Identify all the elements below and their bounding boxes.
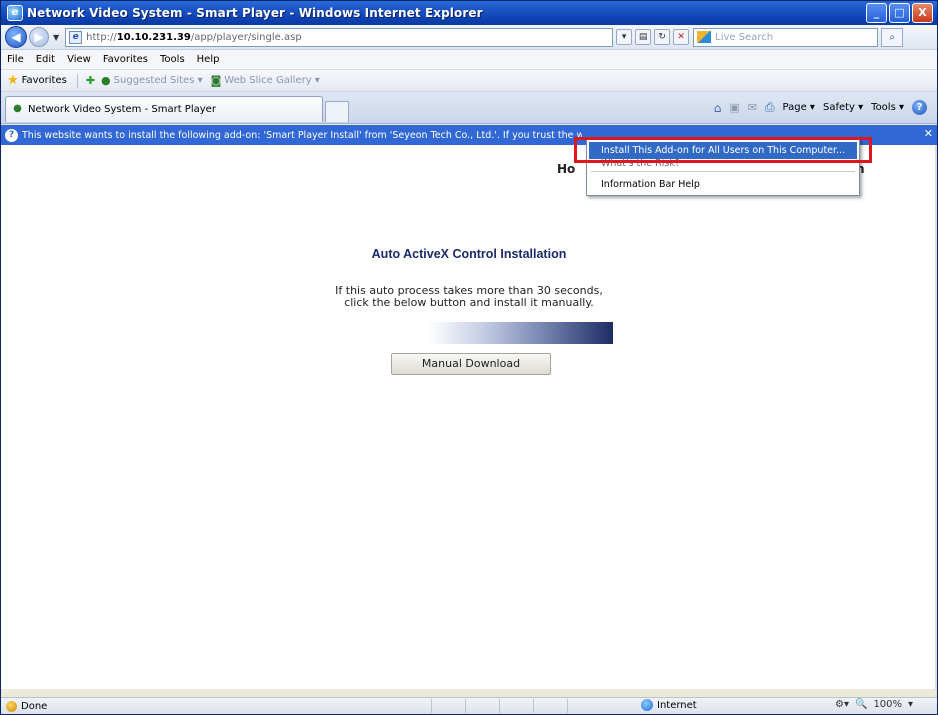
- navigation-bar: ◀ ▶ ▼ e http://10.10.231.39/app/player/s…: [1, 25, 937, 50]
- favorites-star-icon[interactable]: ★: [7, 73, 19, 88]
- page-menu[interactable]: Page ▾: [783, 102, 815, 113]
- menu-tools[interactable]: Tools: [154, 54, 191, 65]
- information-bar-help-menu-item[interactable]: Information Bar Help: [589, 176, 857, 193]
- address-url: http://10.10.231.39/app/player/single.as…: [86, 31, 302, 43]
- obscured-text-left: Ho: [557, 162, 576, 176]
- information-bar-text[interactable]: This website wants to install the follow…: [22, 130, 582, 141]
- command-bar: ⌂ ▣ ✉ ⎙ Page ▾ Safety ▾ Tools ▾ ?: [714, 100, 927, 115]
- page-icon: e: [69, 30, 83, 44]
- zoom-icon[interactable]: 🔍: [855, 699, 867, 710]
- status-panel: [533, 699, 567, 713]
- web-slice-gallery-link[interactable]: Web Slice Gallery ▾: [224, 75, 320, 86]
- security-zone[interactable]: Internet: [641, 699, 697, 711]
- address-dropdown-icon[interactable]: ▾: [616, 29, 633, 45]
- stop-icon[interactable]: ✕: [673, 29, 690, 45]
- address-bar[interactable]: e http://10.10.231.39/app/player/single.…: [65, 27, 614, 47]
- search-placeholder: Live Search: [715, 31, 774, 43]
- forward-button[interactable]: ▶: [29, 27, 49, 47]
- tab-page-icon: ●: [13, 103, 22, 114]
- page-content: Ho n Auto ActiveX Control Installation I…: [1, 145, 937, 689]
- zoom-dropdown-icon[interactable]: ▾: [908, 699, 913, 710]
- history-dropdown-icon[interactable]: ▼: [53, 33, 59, 42]
- instructions-line-2: click the below button and install it ma…: [344, 296, 594, 309]
- search-icon[interactable]: ⌕: [881, 27, 904, 47]
- new-tab-button[interactable]: [325, 101, 349, 122]
- tab-row: ● Network Video System - Smart Player ⌂ …: [1, 92, 937, 124]
- window-title: Network Video System - Smart Player - Wi…: [27, 6, 483, 20]
- refresh-icon[interactable]: ↻: [654, 29, 671, 45]
- menu-help[interactable]: Help: [191, 54, 226, 65]
- instructions-text: If this auto process takes more than 30 …: [1, 285, 937, 309]
- back-button[interactable]: ◀: [5, 26, 27, 48]
- page-scroll-edge: [935, 145, 937, 689]
- zone-label: Internet: [657, 699, 697, 711]
- title-bar[interactable]: e Network Video System - Smart Player - …: [1, 1, 937, 25]
- menu-view[interactable]: View: [61, 54, 97, 65]
- favorites-divider: [76, 73, 78, 88]
- tab-smart-player[interactable]: ● Network Video System - Smart Player: [5, 96, 323, 122]
- favorites-button[interactable]: Favorites: [22, 75, 67, 86]
- protected-mode-icon[interactable]: ⚙▾: [835, 699, 849, 710]
- live-search-logo-icon: [697, 31, 712, 43]
- suggested-sites-link[interactable]: Suggested Sites ▾: [114, 75, 203, 86]
- status-panels: [431, 699, 601, 713]
- mail-icon[interactable]: ✉: [748, 101, 757, 114]
- browser-window: e Network Video System - Smart Player - …: [0, 0, 938, 715]
- page-status-icon: [6, 700, 17, 712]
- suggested-sites-icon: ●: [101, 74, 111, 87]
- add-favorite-icon[interactable]: ✚: [86, 74, 95, 87]
- help-icon[interactable]: ?: [912, 100, 927, 115]
- status-right: ⚙▾ 🔍 100% ▾: [835, 699, 913, 710]
- menu-bar: File Edit View Favorites Tools Help: [1, 50, 937, 70]
- status-text: Done: [21, 700, 48, 712]
- status-bar: Done Internet ⚙▾ 🔍 100% ▾: [1, 697, 937, 714]
- status-panel: [465, 699, 499, 713]
- red-highlight-box: [574, 137, 872, 163]
- search-input[interactable]: Live Search: [693, 27, 879, 47]
- minimize-button[interactable]: _: [866, 3, 887, 23]
- installation-progress-bar: [428, 322, 613, 344]
- window-controls: _ □ X: [866, 3, 933, 23]
- favorites-bar: ★ Favorites ✚ ● Suggested Sites ▾ ◙ Web …: [1, 70, 937, 92]
- status-panel: [431, 699, 465, 713]
- web-slice-icon: ◙: [210, 74, 222, 87]
- status-panel: [499, 699, 533, 713]
- tab-label: Network Video System - Smart Player: [28, 104, 216, 115]
- menu-separator: [591, 171, 855, 172]
- close-infobar-icon[interactable]: ✕: [924, 127, 933, 140]
- compatibility-view-icon[interactable]: ▤: [635, 29, 652, 45]
- close-button[interactable]: X: [912, 3, 933, 23]
- manual-download-button[interactable]: Manual Download: [391, 353, 551, 375]
- ie-logo-icon: e: [7, 5, 23, 21]
- home-icon[interactable]: ⌂: [714, 101, 722, 115]
- safety-menu[interactable]: Safety ▾: [823, 102, 863, 113]
- menu-favorites[interactable]: Favorites: [97, 54, 154, 65]
- menu-file[interactable]: File: [1, 54, 30, 65]
- feeds-icon[interactable]: ▣: [729, 101, 739, 114]
- maximize-button[interactable]: □: [889, 3, 910, 23]
- page-heading: Auto ActiveX Control Installation: [371, 247, 567, 261]
- tools-menu[interactable]: Tools ▾: [871, 102, 904, 113]
- print-icon[interactable]: ⎙: [765, 100, 775, 115]
- menu-edit[interactable]: Edit: [30, 54, 61, 65]
- info-shield-icon: ?: [5, 128, 18, 142]
- zoom-level[interactable]: 100%: [873, 699, 902, 710]
- status-panel: [567, 699, 601, 713]
- globe-icon: [641, 699, 653, 711]
